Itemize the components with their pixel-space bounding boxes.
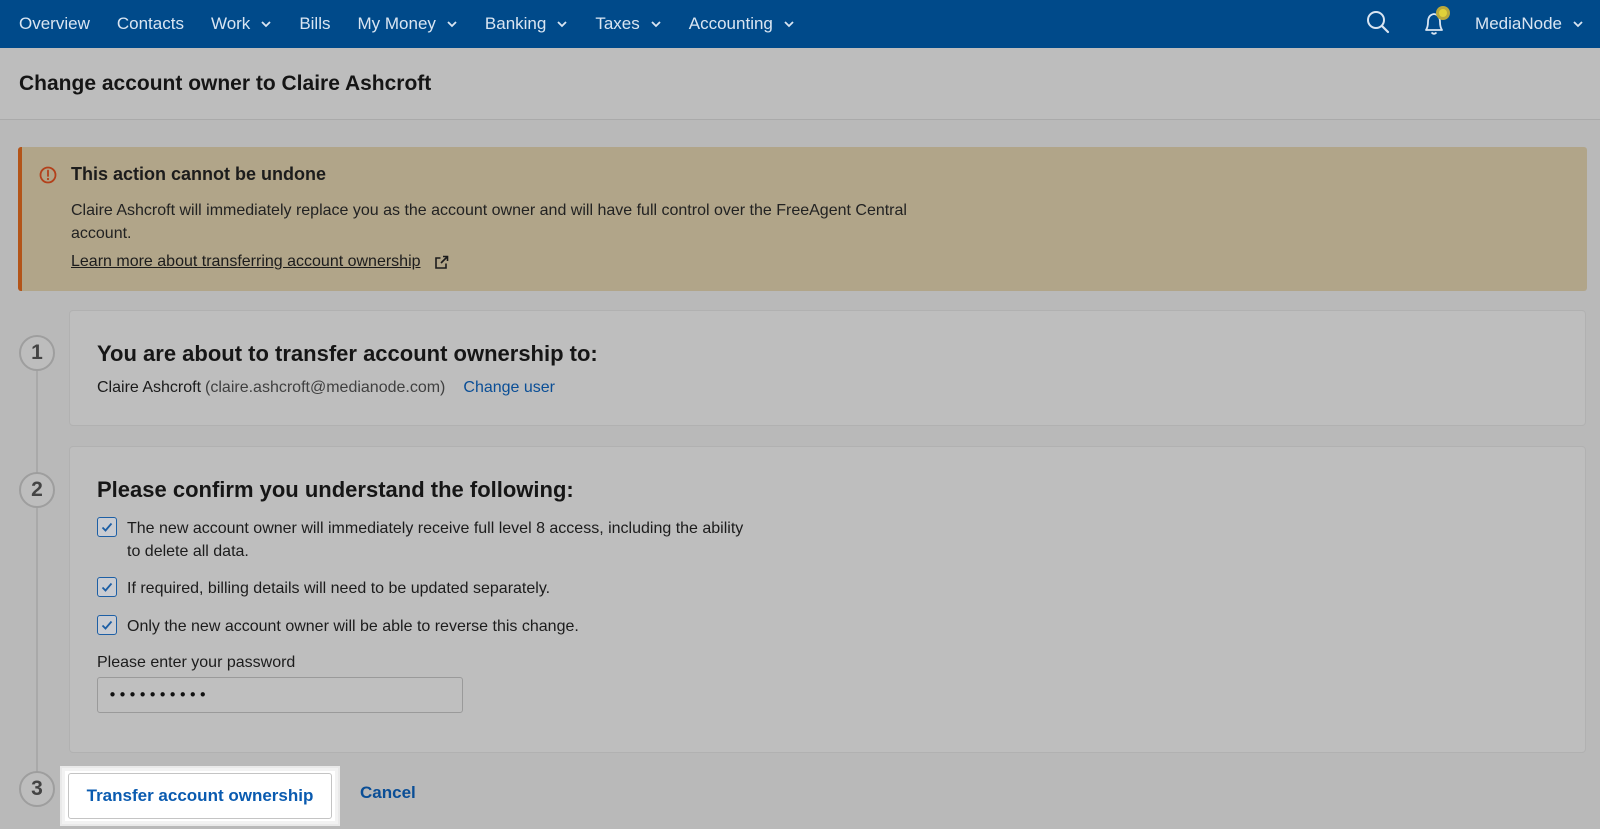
confirm-item: Only the new account owner will be able … — [97, 615, 747, 638]
nav-overview[interactable]: Overview — [19, 0, 90, 48]
password-label: Please enter your password — [97, 654, 296, 671]
nav-work-label: Work — [210, 14, 251, 33]
step-1-card: You are about to transfer account owners… — [69, 310, 1586, 426]
learn-more-link[interactable]: Learn more about transferring account ow… — [71, 253, 450, 271]
step-2-heading: Please confirm you understand the follow… — [97, 477, 574, 502]
confirm-checkbox-1[interactable] — [97, 517, 117, 537]
confirm-text-3: Only the new account owner will be able … — [127, 618, 579, 635]
selected-user: Claire Ashcroft (claire.ashcroft@mediano… — [97, 379, 555, 397]
alert-title: This action cannot be undone — [71, 164, 327, 184]
nav-bills-label: Bills — [299, 14, 331, 33]
top-nav: Overview Contacts Work Bills My Money Ba… — [0, 0, 1600, 48]
nav-bills[interactable]: Bills — [299, 0, 330, 48]
search-button[interactable] — [1365, 9, 1391, 40]
step-number-3: 3 — [19, 771, 55, 807]
org-name: MediaNode — [1475, 14, 1562, 33]
warning-icon — [39, 166, 57, 184]
external-link-icon — [434, 255, 448, 269]
confirm-text-2: If required, billing details will need t… — [127, 580, 551, 597]
alert-text: Claire Ashcroft will immediately replace… — [71, 202, 907, 242]
step-2-card: Please confirm you understand the follow… — [69, 446, 1586, 753]
nav-taxes[interactable]: Taxes — [595, 0, 661, 48]
page-header: Change account owner to Claire Ashcroft — [0, 48, 1600, 120]
bell-icon — [1425, 5, 1451, 35]
nav-contacts[interactable]: Contacts — [117, 0, 184, 48]
chevron-down-icon — [557, 21, 567, 28]
nav-banking[interactable]: Banking — [485, 0, 568, 48]
user-name: Claire Ashcroft — [97, 379, 202, 396]
page-title: Change account owner to Claire Ashcroft — [19, 71, 432, 95]
steps-timeline — [36, 370, 38, 775]
nav-accounting[interactable]: Accounting — [689, 0, 795, 48]
password-value: •••••••••• — [108, 686, 209, 704]
learn-more-label: Learn more about transferring account ow… — [71, 253, 421, 270]
transfer-ownership-button[interactable]: Transfer account ownership — [62, 768, 338, 824]
cancel-button[interactable]: Cancel — [360, 783, 416, 803]
warning-alert: This action cannot be undone Claire Ashc… — [18, 147, 1587, 291]
nav-my-money-label: My Money — [357, 14, 436, 33]
transfer-ownership-label: Transfer account ownership — [68, 773, 332, 819]
user-email: (claire.ashcroft@medianode.com) — [205, 379, 446, 396]
nav-banking-label: Banking — [484, 14, 547, 33]
checkmark-icon — [101, 620, 113, 630]
chevron-down-icon — [447, 21, 457, 28]
step-number-1: 1 — [19, 335, 55, 371]
nav-contacts-label: Contacts — [116, 14, 184, 33]
change-user-link[interactable]: Change user — [463, 379, 555, 397]
step-number-2: 2 — [19, 472, 55, 508]
nav-overview-label: Overview — [19, 14, 90, 33]
search-icon — [1367, 10, 1390, 33]
chevron-down-icon — [784, 21, 794, 28]
confirm-text-1: The new account owner will immediately r… — [127, 520, 744, 560]
nav-taxes-label: Taxes — [595, 14, 640, 33]
notifications-button[interactable] — [1419, 5, 1453, 44]
checkmark-icon — [101, 522, 113, 532]
step-1-heading: You are about to transfer account owners… — [97, 341, 598, 366]
password-input[interactable]: •••••••••• — [97, 677, 463, 713]
chevron-down-icon — [651, 21, 661, 28]
nav-my-money[interactable]: My Money — [357, 0, 457, 48]
confirm-item: The new account owner will immediately r… — [97, 517, 747, 563]
confirm-item: If required, billing details will need t… — [97, 577, 747, 600]
nav-work[interactable]: Work — [211, 0, 272, 48]
nav-accounting-label: Accounting — [688, 14, 773, 33]
confirm-checkbox-2[interactable] — [97, 577, 117, 597]
checkmark-icon — [101, 582, 113, 592]
chevron-down-icon — [1573, 21, 1583, 28]
nav-right: MediaNode — [1365, 0, 1600, 48]
confirm-checkbox-3[interactable] — [97, 615, 117, 635]
chevron-down-icon — [261, 21, 271, 28]
org-switcher[interactable]: MediaNode — [1475, 14, 1584, 34]
